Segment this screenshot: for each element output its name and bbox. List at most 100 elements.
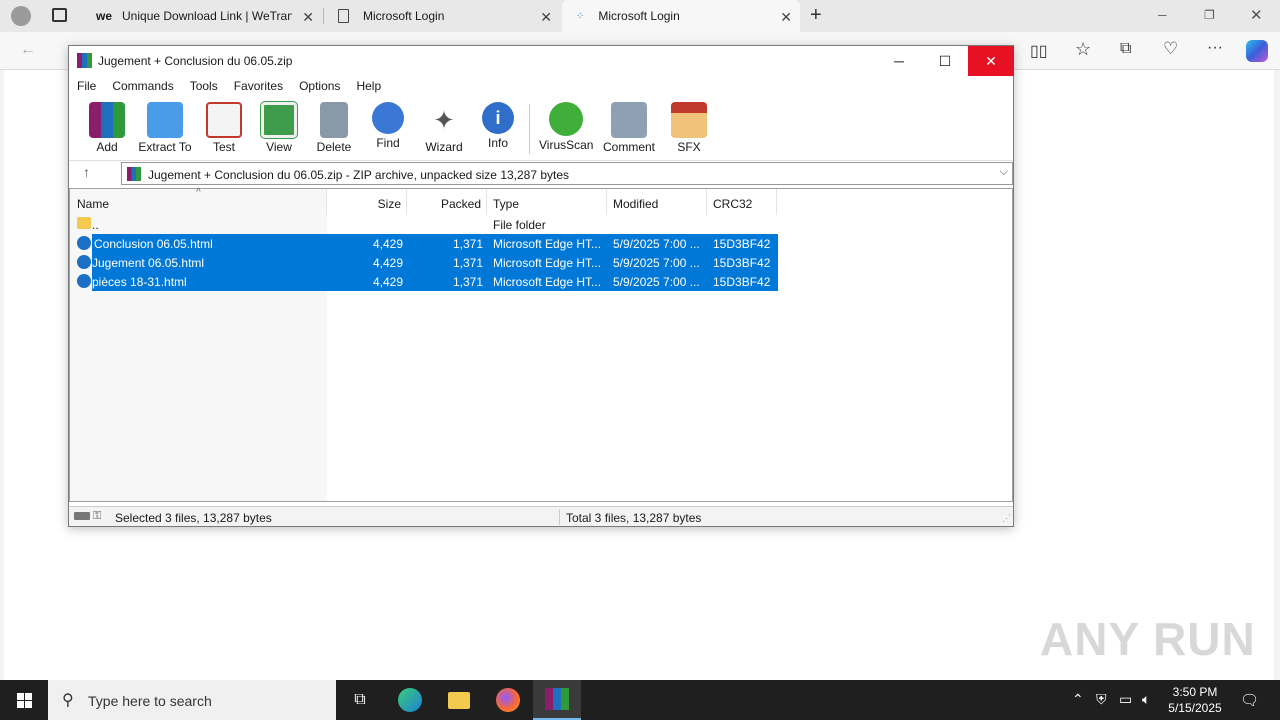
sfx-button[interactable]: SFX — [669, 102, 709, 154]
trash-icon — [320, 102, 348, 138]
menu-favorites[interactable]: Favorites — [226, 76, 291, 96]
status-bar: ⚿ Selected 3 files, 13,287 bytes Total 3… — [69, 506, 1013, 526]
column-header-type[interactable]: Type — [487, 189, 607, 215]
column-header-crc32[interactable]: CRC32 — [707, 189, 777, 215]
split-screen-icon[interactable]: ▯▯ — [1030, 41, 1048, 61]
archive-path-field[interactable]: Jugement + Conclusion du 06.05.zip - ZIP… — [121, 162, 1013, 185]
column-header-modified[interactable]: Modified — [607, 189, 707, 215]
delete-button[interactable]: Delete — [314, 102, 354, 154]
status-selected: Selected 3 files, 13,287 bytes — [115, 511, 272, 525]
browser-essentials-icon[interactable]: ♡ — [1163, 39, 1178, 59]
resize-grip-icon[interactable]: ⋰ — [1002, 513, 1011, 524]
folder-extract-icon — [147, 102, 183, 138]
more-icon[interactable]: ··· — [1207, 39, 1223, 57]
notifications-icon[interactable]: 🗨︎ — [1240, 691, 1259, 709]
menu-file[interactable]: File — [69, 76, 104, 96]
close-button[interactable]: ✕ — [968, 46, 1014, 76]
tab-microsoft-login-1[interactable]: Microsoft Login ✕ — [326, 0, 560, 32]
toolbar: Add Extract To Test View Delete Find ✦ W… — [69, 98, 1013, 156]
extract-to-button[interactable]: Extract To — [137, 102, 193, 154]
menu-commands[interactable]: Commands — [104, 76, 181, 96]
maximize-button[interactable]: ☐ — [922, 46, 968, 76]
file-size: 4,429 — [372, 237, 403, 251]
up-arrow-icon[interactable]: ↑ — [83, 164, 90, 180]
table-row[interactable]: Jugement 06.05.html 4,429 1,371 Microsof… — [74, 253, 779, 272]
taskbar-firefox[interactable] — [484, 680, 532, 720]
tab-wetransfer[interactable]: we Unique Download Link | WeTrans ✕ — [86, 0, 322, 32]
taskbar-edge[interactable] — [386, 680, 434, 720]
search-icon: ⚲ — [62, 692, 74, 709]
security-icon[interactable]: ⛨ — [1096, 691, 1107, 708]
table-row[interactable]: Conclusion 06.05.html 4,429 1,371 Micros… — [74, 234, 779, 253]
taskbar: ⚲ Type here to search ⧉ ⌃ ⛨ ▭ 🔈︎ 3:50 PM… — [0, 680, 1280, 720]
chevron-down-icon[interactable]: ⌵ — [1000, 166, 1008, 179]
column-header-size[interactable]: Size — [327, 189, 407, 215]
test-button[interactable]: Test — [205, 102, 243, 154]
file-list[interactable]: Name ^ Size Packed Type Modified CRC32 .… — [69, 187, 1013, 502]
sort-ascending-icon: ^ — [196, 187, 201, 198]
file-type: File folder — [493, 218, 546, 232]
copilot-icon[interactable] — [1246, 40, 1268, 62]
menu-tools[interactable]: Tools — [182, 76, 226, 96]
file-explorer-icon — [448, 691, 470, 709]
magnifier-icon — [372, 102, 404, 134]
comment-icon — [611, 102, 647, 138]
windows-icon — [16, 692, 32, 708]
close-icon[interactable]: ✕ — [1250, 6, 1263, 24]
file-size: 4,429 — [372, 256, 403, 270]
chevron-up-icon[interactable]: ⌃ — [1072, 691, 1084, 708]
restore-icon[interactable]: ❐ — [1204, 8, 1215, 22]
checklist-icon — [206, 102, 242, 138]
key-icon: ⚿ — [93, 510, 102, 522]
task-view-button[interactable]: ⧉ — [336, 680, 384, 720]
taskbar-search-box[interactable]: ⚲ Type here to search — [48, 680, 336, 720]
tab-microsoft-login-2[interactable]: ⁘ Microsoft Login ✕ — [562, 0, 800, 32]
file-crc: 15D3BF42 — [713, 237, 771, 251]
menu-help[interactable]: Help — [348, 76, 389, 96]
new-tab-icon[interactable]: + — [810, 4, 822, 27]
list-item-parent-folder[interactable]: .. File folder — [74, 215, 774, 234]
virusscan-button[interactable]: VirusScan — [539, 102, 593, 152]
page-icon — [338, 9, 349, 23]
winrar-icon — [545, 688, 569, 710]
menu-options[interactable]: Options — [291, 76, 348, 96]
network-icon[interactable]: ▭ — [1119, 691, 1132, 708]
file-modified: 5/9/2025 7:00 ... — [613, 256, 700, 270]
close-tab-icon[interactable]: ✕ — [540, 9, 552, 26]
taskbar-file-explorer[interactable] — [435, 680, 483, 720]
file-name: pièces 18-31.html — [92, 275, 187, 289]
status-total: Total 3 files, 13,287 bytes — [566, 511, 702, 525]
profile-icon[interactable] — [11, 6, 31, 26]
drive-icon — [74, 512, 90, 520]
tab-actions-icon[interactable] — [52, 8, 67, 22]
info-button[interactable]: i Info — [479, 102, 517, 150]
file-name: .. — [92, 218, 99, 232]
close-tab-icon[interactable]: ✕ — [780, 9, 792, 26]
loading-icon: ⁘ — [576, 10, 585, 22]
file-crc: 15D3BF42 — [713, 256, 771, 270]
sfx-box-icon — [671, 102, 707, 138]
edge-icon — [398, 688, 422, 712]
start-button[interactable] — [0, 680, 48, 720]
favorites-icon[interactable]: ☆ — [1075, 39, 1091, 60]
firefox-icon — [496, 688, 520, 712]
comment-button[interactable]: Comment — [601, 102, 657, 154]
close-tab-icon[interactable]: ✕ — [302, 9, 314, 26]
volume-icon[interactable]: 🔈︎ — [1142, 691, 1150, 708]
add-button[interactable]: Add — [87, 102, 127, 154]
back-icon[interactable]: ← — [20, 41, 36, 59]
file-type: Microsoft Edge HT... — [493, 275, 602, 289]
view-button[interactable]: View — [257, 101, 301, 154]
table-row[interactable]: pièces 18-31.html 4,429 1,371 Microsoft … — [74, 272, 779, 291]
collections-icon[interactable]: ⧉ — [1120, 40, 1131, 58]
minimize-button[interactable]: ─ — [876, 46, 922, 76]
column-header-name[interactable]: Name ^ — [70, 187, 327, 215]
taskbar-clock[interactable]: 3:50 PM 5/15/2025 — [1168, 684, 1222, 716]
taskbar-winrar[interactable] — [533, 680, 581, 720]
find-button[interactable]: Find — [369, 102, 407, 150]
wizard-button[interactable]: ✦ Wizard — [423, 102, 465, 154]
column-header-packed[interactable]: Packed — [407, 189, 487, 215]
file-modified: 5/9/2025 7:00 ... — [613, 275, 700, 289]
winrar-window: Jugement + Conclusion du 06.05.zip ─ ☐ ✕… — [68, 45, 1014, 527]
minimize-icon[interactable]: ─ — [1158, 8, 1167, 22]
